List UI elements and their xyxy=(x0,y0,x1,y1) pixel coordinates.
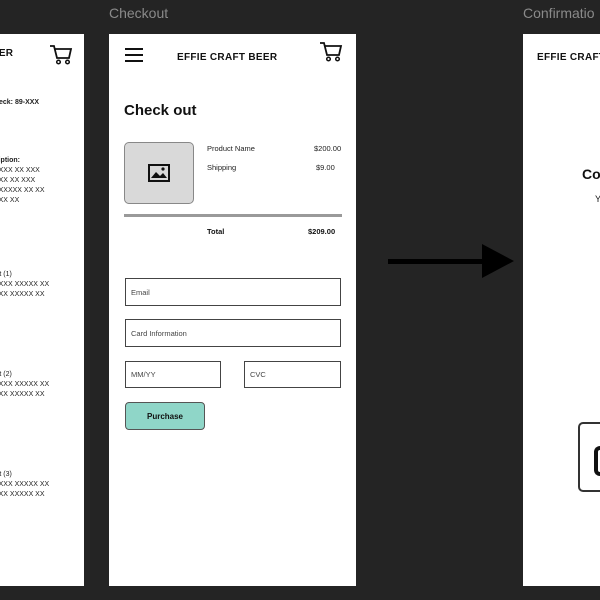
product-label: uct (3) xyxy=(0,471,12,478)
description-line: X XX XX XXX xyxy=(0,177,36,184)
shopping-cart-icon[interactable] xyxy=(49,44,73,66)
product-line: X XXX XXXXX XX xyxy=(0,281,50,288)
flow-arrow-line xyxy=(388,259,484,264)
summary-divider xyxy=(124,214,342,217)
product-line: X XXX XXXXX XX xyxy=(0,381,50,388)
product-detail-frame: EER rbeck: 89-XXX 0 cription: X XXX XX X… xyxy=(0,34,84,586)
expiry-field[interactable]: MM/YY xyxy=(125,361,221,388)
frame-title-checkout: Checkout xyxy=(109,5,169,21)
product-line: X XX XXXXX XX xyxy=(0,391,45,398)
frame-title-confirmation: Confirmatio xyxy=(523,5,595,21)
button-glyph-icon xyxy=(594,446,600,476)
image-placeholder-icon xyxy=(148,164,170,182)
email-field[interactable]: Email xyxy=(125,278,341,306)
total-label: Total xyxy=(207,227,225,236)
confirmation-subtitle: Y xyxy=(595,194,600,204)
card-information-field[interactable]: Card Information xyxy=(125,319,341,347)
purchase-button[interactable]: Purchase xyxy=(125,402,205,430)
hamburger-menu-icon[interactable] xyxy=(125,48,143,62)
product-image xyxy=(124,142,194,204)
product-price: $200.00 xyxy=(314,144,342,153)
description-label: cription: xyxy=(0,157,20,164)
shipping-price: $9.00 xyxy=(316,163,335,172)
brand-logo: EFFIE CRAFT BEER xyxy=(177,52,278,63)
flow-arrow-head xyxy=(482,244,514,278)
description-line: X XXXXX XX XX xyxy=(0,187,45,194)
product-line: X XXX XXXXX XX xyxy=(0,481,50,488)
brand-logo: EER xyxy=(0,48,14,59)
product-label: uct (1) xyxy=(0,271,12,278)
shipping-label: Shipping xyxy=(207,163,237,172)
product-name-label: Product Name xyxy=(207,144,255,153)
confirmation-button[interactable] xyxy=(578,422,600,492)
shopping-cart-icon[interactable] xyxy=(319,41,343,63)
order-number-text: rbeck: 89-XXX xyxy=(0,99,40,106)
checkout-frame: EFFIE CRAFT BEER Check out Product Name … xyxy=(109,34,356,586)
product-line: X XX XXXXX XX xyxy=(0,291,45,298)
description-line: X XX XX xyxy=(0,197,20,204)
product-line: X XX XXXXX XX xyxy=(0,491,45,498)
total-value: $209.00 xyxy=(308,227,336,236)
cvc-field[interactable]: CVC xyxy=(244,361,341,388)
description-line: X XXX XX XXX xyxy=(0,167,40,174)
brand-logo: EFFIE CRAFT xyxy=(537,52,600,63)
confirmation-title: Co xyxy=(582,166,600,182)
confirmation-frame: EFFIE CRAFT Co Y xyxy=(523,34,600,586)
product-label: uct (2) xyxy=(0,371,12,378)
page-title: Check out xyxy=(124,102,197,119)
